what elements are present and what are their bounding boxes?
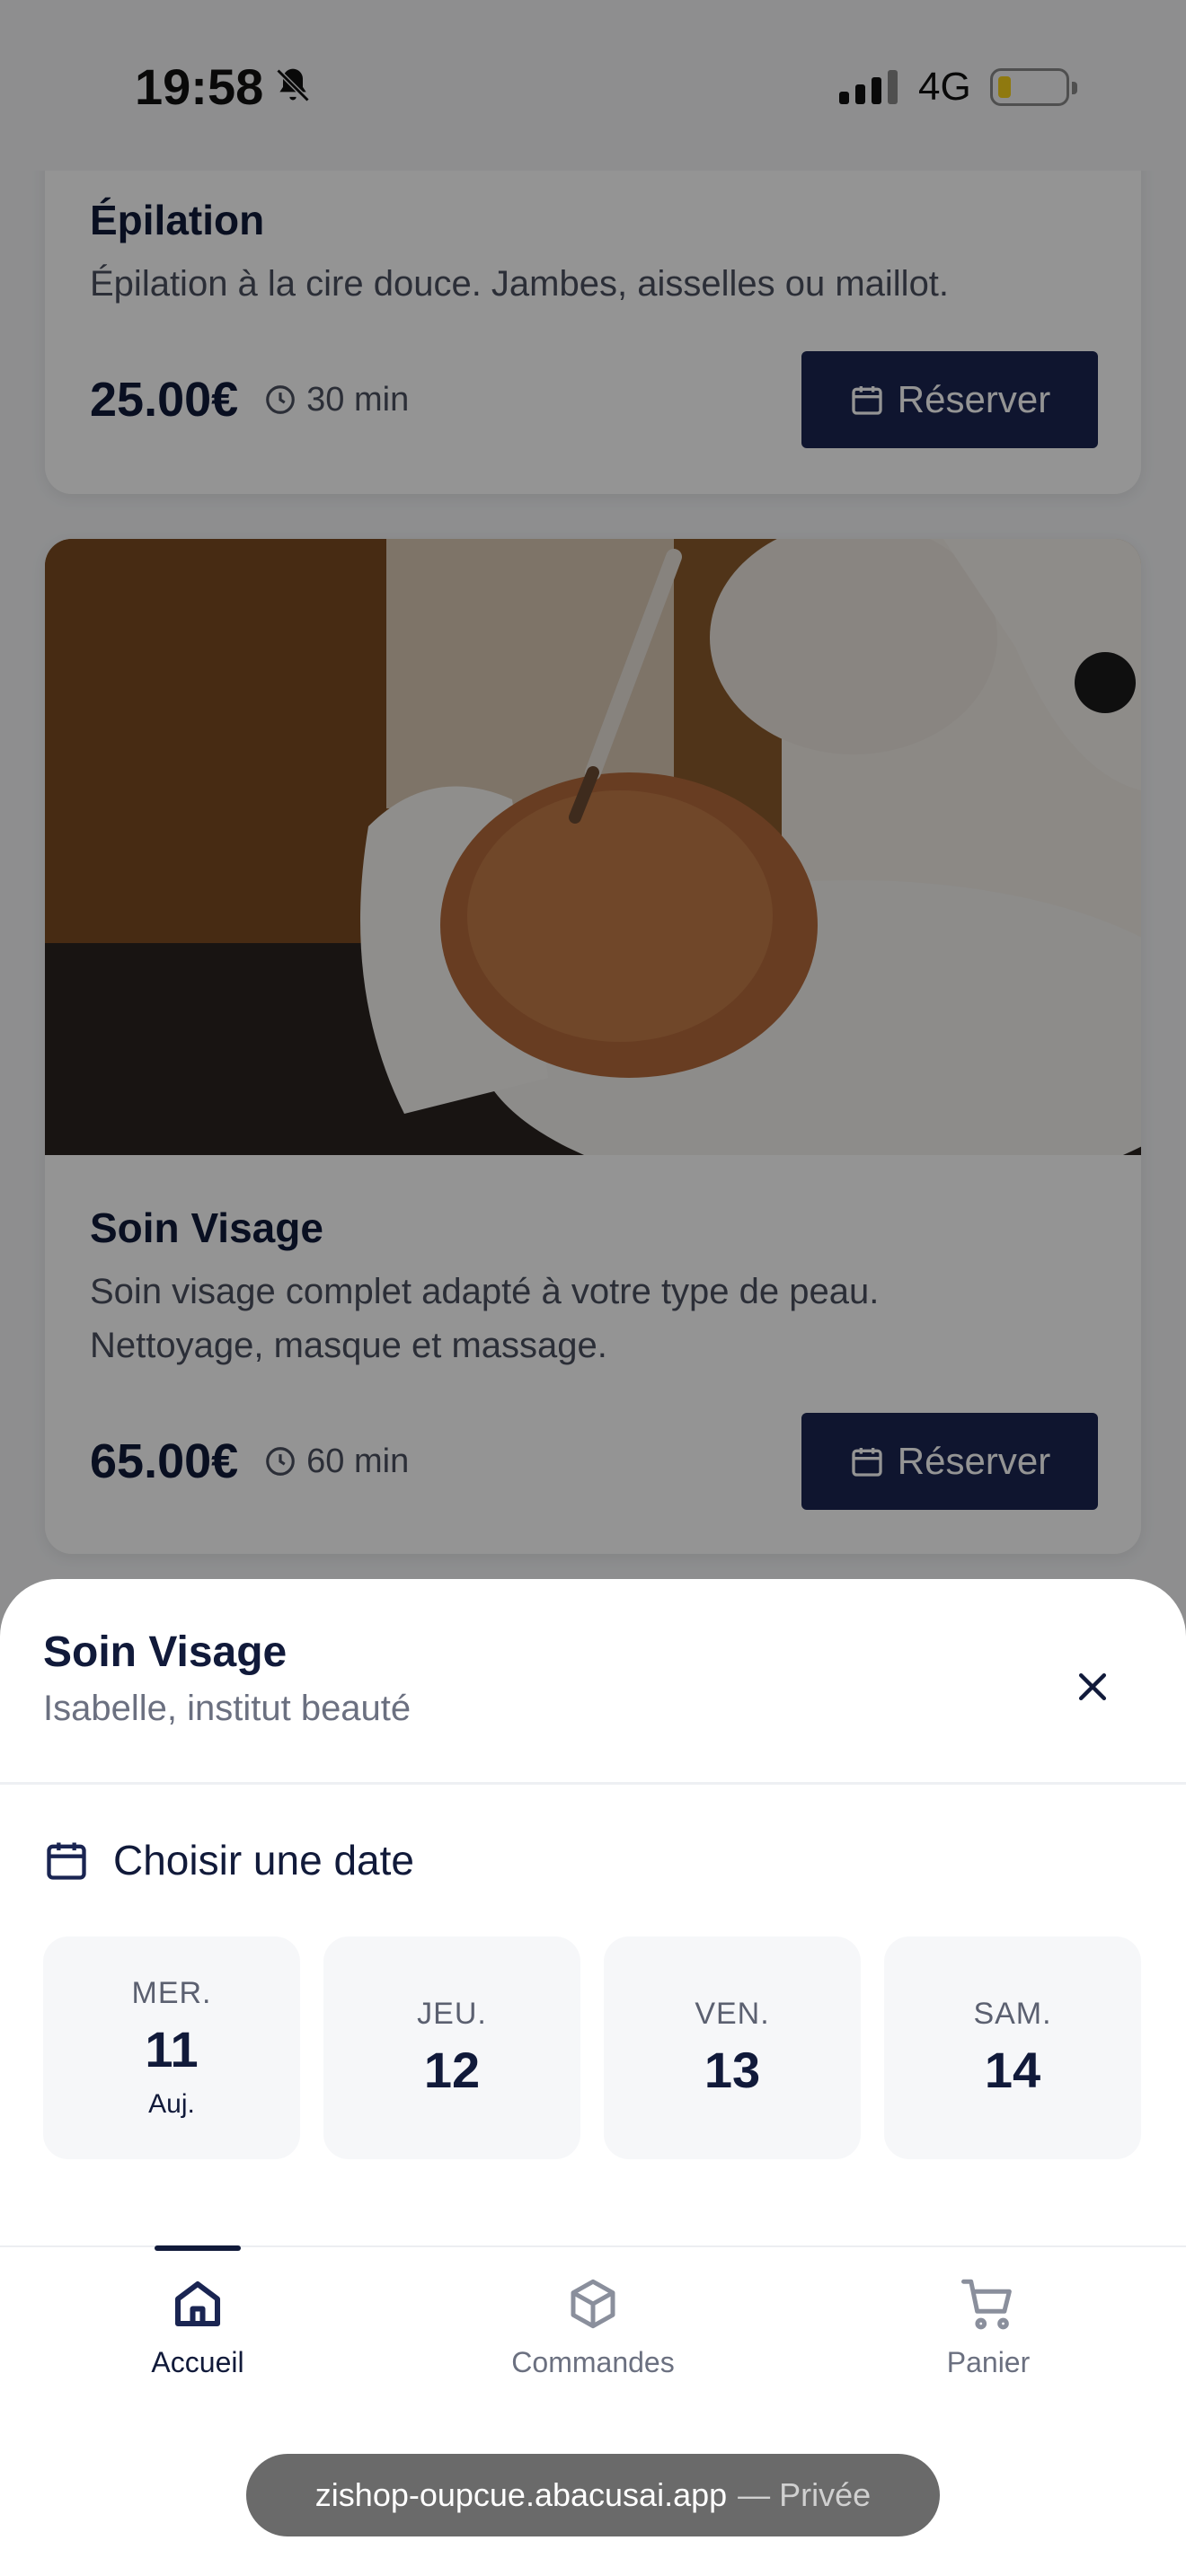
calendar-icon bbox=[47, 1842, 86, 1880]
close-icon bbox=[1078, 1672, 1107, 1701]
tab-accueil[interactable]: Accueil bbox=[63, 2274, 332, 2379]
date-option[interactable]: VEN. 13 bbox=[604, 1936, 861, 2159]
sheet-subtitle: Isabelle, institut beauté bbox=[43, 1689, 412, 1728]
home-icon bbox=[174, 2280, 221, 2327]
sheet-title: Soin Visage bbox=[43, 1628, 288, 1676]
url-text: zishop-oupcue.abacusai.app bbox=[314, 2476, 728, 2513]
cart-icon bbox=[961, 2279, 1012, 2330]
divider bbox=[0, 1782, 1186, 1785]
date-picker: MER. 11 Auj. JEU. 12 VEN. 13 SAM. 14 bbox=[43, 1936, 1141, 2159]
box-icon bbox=[571, 2279, 615, 2329]
tab-commandes[interactable]: Commandes bbox=[458, 2274, 728, 2379]
date-option[interactable]: JEU. 12 bbox=[323, 1936, 580, 2159]
date-option[interactable]: SAM. 14 bbox=[884, 1936, 1141, 2159]
active-tab-indicator bbox=[155, 2245, 241, 2251]
browser-url-bar[interactable]: zishop-oupcue.abacusai.app — Privée bbox=[246, 2454, 940, 2536]
tab-panier[interactable]: Panier bbox=[854, 2274, 1123, 2379]
private-mode-label: — Privée bbox=[738, 2476, 872, 2513]
date-section-heading: Choisir une date bbox=[43, 1836, 414, 1884]
date-option[interactable]: MER. 11 Auj. bbox=[43, 1936, 300, 2159]
close-button[interactable] bbox=[1064, 1658, 1121, 1716]
